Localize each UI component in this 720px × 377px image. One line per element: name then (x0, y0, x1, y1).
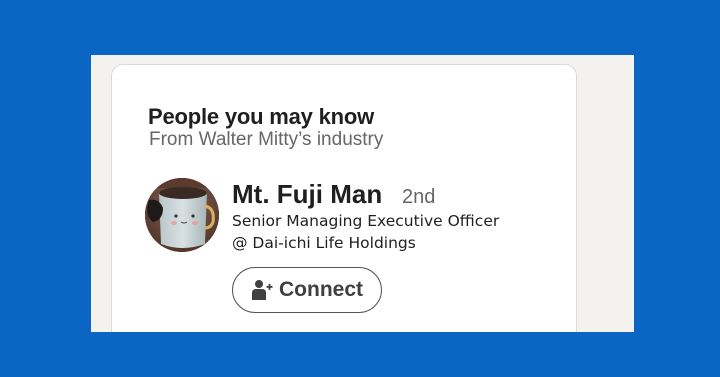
avatar-photo-icon (145, 178, 219, 252)
headline-line-1: Senior Managing Executive Officer (232, 212, 500, 230)
avatar[interactable] (145, 178, 219, 252)
add-person-icon (252, 280, 273, 300)
people-you-may-know-card: People you may know From Walter Mitty’s … (111, 64, 577, 332)
person-headline: Senior Managing Executive Officer @ Dai-… (232, 210, 552, 254)
card-title: People you may know (148, 104, 375, 129)
connection-degree: 2nd (402, 186, 436, 208)
card-subtitle: From Walter Mitty’s industry (149, 129, 384, 150)
connect-label: Connect (279, 278, 363, 301)
person-name[interactable]: Mt. Fuji Man (232, 179, 382, 210)
feed-panel: People you may know From Walter Mitty’s … (91, 55, 634, 332)
connect-button[interactable]: Connect (232, 267, 382, 313)
headline-line-2: @ Dai-ichi Life Holdings (232, 234, 416, 252)
